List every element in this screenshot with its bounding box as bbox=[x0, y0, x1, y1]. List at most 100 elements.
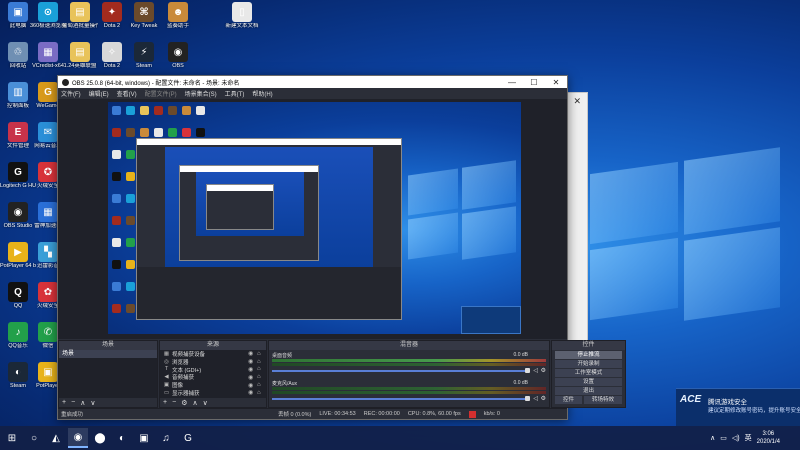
network-icon[interactable]: ▭ bbox=[720, 434, 727, 442]
move-scene-up-button[interactable]: ∧ bbox=[80, 399, 85, 407]
scene-item[interactable]: 场景 bbox=[59, 350, 157, 358]
menu-tools[interactable]: 工具(T) bbox=[225, 89, 245, 98]
source-item[interactable]: T 文本 (GDI+) ◉ ⌂ bbox=[160, 366, 266, 373]
desktop-icon[interactable]: ⚡ Steam bbox=[126, 42, 162, 69]
menu-edit[interactable]: 编辑(E) bbox=[89, 89, 109, 98]
eye-icon[interactable]: ◉ bbox=[248, 350, 257, 357]
speaker-icon[interactable]: ◁ bbox=[533, 395, 538, 402]
minimize-button[interactable]: — bbox=[501, 78, 523, 87]
preview-icon bbox=[126, 238, 135, 247]
preview-icon bbox=[112, 172, 121, 181]
security-notification[interactable]: ACE 腾讯游戏安全 建议定期修改账号密码，提升账号安全 bbox=[676, 388, 800, 426]
source-item[interactable]: ▣ 图像 ◉ ⌂ bbox=[160, 381, 266, 389]
menu-view[interactable]: 查看(V) bbox=[117, 89, 137, 98]
desktop-icon-label: 1.24英雄联盟 bbox=[63, 63, 97, 69]
maximize-button[interactable]: ☐ bbox=[523, 78, 545, 87]
wegame-icon[interactable]: G bbox=[178, 428, 198, 448]
desktop-icon[interactable]: ◉ OBS bbox=[160, 42, 196, 69]
tray-chevron-icon[interactable]: ∧ bbox=[710, 434, 715, 442]
remove-source-button[interactable]: − bbox=[172, 399, 176, 406]
audio-meter bbox=[272, 387, 546, 390]
status-message: 重启成功 bbox=[61, 412, 84, 418]
eye-icon[interactable]: ◉ bbox=[248, 358, 257, 365]
stream-preview[interactable] bbox=[108, 102, 521, 334]
add-source-button[interactable]: + bbox=[163, 399, 167, 406]
source-item[interactable]: ◀ 音频捕获 ◉ ⌂ bbox=[160, 373, 266, 381]
source-item[interactable]: ◎ 浏览器 ◉ ⌂ bbox=[160, 358, 266, 366]
desktop-icon[interactable]: ▤ 1.24英雄联盟 bbox=[62, 42, 98, 69]
exit-button[interactable]: 退出 bbox=[555, 387, 622, 395]
app-icon: ▣ bbox=[38, 362, 58, 382]
lock-icon[interactable]: ⌂ bbox=[257, 351, 266, 357]
preview-icon bbox=[196, 106, 205, 115]
move-source-up-button[interactable]: ∧ bbox=[192, 399, 197, 407]
lock-icon[interactable]: ⌂ bbox=[257, 382, 266, 388]
audio-meter bbox=[272, 359, 546, 362]
app-icon[interactable]: ◭ bbox=[46, 428, 66, 448]
speaker-icon[interactable]: ◁ bbox=[533, 367, 538, 374]
eye-icon[interactable]: ◉ bbox=[248, 389, 257, 396]
menu-profile[interactable]: 配置文件(P) bbox=[145, 89, 177, 98]
desktop-icon[interactable]: ⌘ Key Tweak bbox=[126, 2, 162, 29]
desktop-icon-label: Steam bbox=[136, 63, 152, 69]
menu-help[interactable]: 帮助(H) bbox=[252, 89, 272, 98]
audio-meter bbox=[272, 391, 546, 394]
preview-wallpaper-logo bbox=[408, 160, 518, 262]
volume-icon[interactable]: ◁) bbox=[732, 434, 740, 442]
obs-taskbar-icon[interactable]: ◉ bbox=[68, 428, 88, 448]
desktop-icon[interactable]: ▤葡萄酒批量操作器 bbox=[62, 2, 98, 29]
close-icon[interactable]: ✕ bbox=[573, 96, 581, 107]
start-icon[interactable]: ⊞ bbox=[2, 428, 22, 448]
gear-icon[interactable]: ⚙ bbox=[541, 395, 546, 402]
volume-slider[interactable]: ◁ ⚙ bbox=[272, 367, 546, 374]
scenes-header: 场景 bbox=[59, 341, 157, 350]
source-item[interactable]: ▭ 显示器捕获 ◉ ⌂ bbox=[160, 389, 266, 397]
tab-controls[interactable]: 控件 bbox=[555, 396, 583, 404]
obs-titlebar[interactable]: OBS 25.0.8 (64-bit, windows) - 配置文件: 未命名… bbox=[58, 76, 567, 88]
settings-button[interactable]: 设置 bbox=[555, 378, 622, 386]
desktop-icon[interactable]: ▦ VCredist-x64 bbox=[30, 42, 66, 69]
desktop-icon[interactable]: ☻ 蓝奏助手 bbox=[160, 2, 196, 29]
desktop-icon[interactable]: ⊙ 360极速浏览器 bbox=[30, 2, 66, 29]
monitor-icon: ▭ bbox=[163, 389, 170, 396]
preview-icon bbox=[154, 128, 163, 137]
tab-transitions[interactable]: 转场特效 bbox=[584, 396, 622, 404]
desktop-icon[interactable]: ▯ 新建文本文档 bbox=[224, 2, 260, 29]
chrome-icon[interactable]: ⬤ bbox=[90, 428, 110, 448]
app-icon[interactable]: ▣ bbox=[134, 428, 154, 448]
desktop-icon-label: Dota 2 bbox=[103, 23, 121, 29]
clock-time: 3:06 bbox=[762, 431, 775, 437]
obs-window[interactable]: OBS 25.0.8 (64-bit, windows) - 配置文件: 未命名… bbox=[57, 75, 626, 420]
menu-scene-collection[interactable]: 场景集合(S) bbox=[185, 89, 217, 98]
app-icon: ◉ bbox=[168, 42, 188, 62]
volume-slider[interactable]: ◁ ⚙ bbox=[272, 395, 546, 402]
move-source-down-button[interactable]: ∨ bbox=[203, 399, 208, 407]
close-button[interactable]: ✕ bbox=[545, 78, 567, 87]
eye-icon[interactable]: ◉ bbox=[248, 382, 257, 389]
menu-file[interactable]: 文件(F) bbox=[61, 89, 81, 98]
studio-mode-button[interactable]: 工作室模式 bbox=[555, 369, 622, 377]
steam-icon[interactable]: ◐ bbox=[112, 428, 132, 448]
clock[interactable]: 3:06 2020/1/4 bbox=[757, 430, 780, 446]
lock-icon[interactable]: ⌂ bbox=[257, 366, 266, 372]
music-icon[interactable]: ♫ bbox=[156, 428, 176, 448]
lock-icon[interactable]: ⌂ bbox=[257, 374, 266, 380]
source-item[interactable]: ▦ 视频捕获设备 ◉ ⌂ bbox=[160, 350, 266, 358]
eye-icon[interactable]: ◉ bbox=[248, 366, 257, 373]
obs-window-title: OBS 25.0.8 (64-bit, windows) - 配置文件: 未命名… bbox=[72, 80, 240, 87]
remove-scene-button[interactable]: − bbox=[71, 399, 75, 406]
eye-icon[interactable]: ◉ bbox=[248, 374, 257, 381]
start-recording-button[interactable]: 开始录制 bbox=[555, 360, 622, 368]
desktop-icon[interactable]: ✦ Dota 2 bbox=[94, 2, 130, 29]
controls-header: 控件 bbox=[552, 341, 625, 350]
lock-icon[interactable]: ⌂ bbox=[257, 359, 266, 365]
move-scene-down-button[interactable]: ∨ bbox=[90, 399, 95, 407]
source-settings-button[interactable]: ⚙ bbox=[181, 399, 187, 407]
add-scene-button[interactable]: + bbox=[62, 399, 66, 406]
desktop-icon[interactable]: ✧ Dota 2 bbox=[94, 42, 130, 69]
lock-icon[interactable]: ⌂ bbox=[257, 390, 266, 396]
stop-streaming-button[interactable]: 停止推流 bbox=[555, 351, 622, 359]
ime-indicator[interactable]: 英 bbox=[745, 433, 752, 443]
search-icon[interactable]: ○ bbox=[24, 428, 44, 448]
gear-icon[interactable]: ⚙ bbox=[541, 367, 546, 374]
